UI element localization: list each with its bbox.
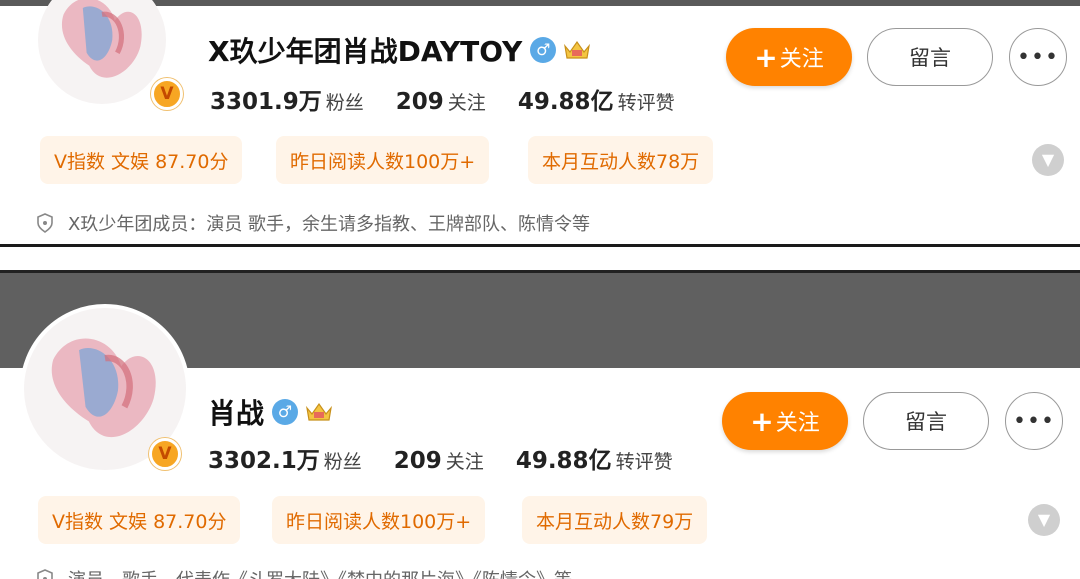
stat-value: 3301.9万 [210,89,322,115]
profile-name-text: 肖战 [208,397,265,430]
monthly-interactions-tag[interactable]: 本月互动人数79万 [522,496,708,544]
profile-card-1: V X玖少年团肖战DAYTOY ♂ 3301.9万 粉丝 209 关注 49.8… [0,0,1080,247]
v-index-tag[interactable]: V指数 文娱 87.70分 [40,136,243,184]
stat-followers[interactable]: 3302.1万 粉丝 [208,441,362,475]
plus-icon: + [754,40,778,74]
description-text: X玖少年团成员：演员 歌手，余生请多指教、王牌部队、陈情令等 [68,214,591,235]
profile-stats: 3302.1万 粉丝 209 关注 49.88亿 转评赞 [208,441,705,475]
message-button[interactable]: 留言 [863,392,989,450]
follow-label: 关注 [779,47,824,72]
separator [0,247,1080,270]
description-text: 演员，歌手，代表作《斗罗大陆》《梦中的那片海》《陈情令》等 [68,566,572,579]
stat-value: 209 [395,89,444,115]
daily-readers-tag[interactable]: 昨日阅读人数100万+ [276,136,490,184]
plus-icon: + [750,404,774,438]
stat-label: 转评赞 [615,451,673,473]
message-button[interactable]: 留言 [867,28,993,86]
follow-button[interactable]: + 关注 [726,28,852,86]
avatar[interactable] [38,0,166,104]
verified-badge: V [151,78,183,110]
stat-label: 转评赞 [617,92,675,114]
stat-followers[interactable]: 3301.9万 粉丝 [210,82,364,116]
vip-crown-icon [306,402,332,421]
stat-value: 3302.1万 [208,448,320,474]
male-icon: ♂ [530,37,557,63]
verified-badge: V [149,438,181,470]
profile-description: 演员，歌手，代表作《斗罗大陆》《梦中的那片海》《陈情令》等 [36,566,572,579]
stat-value: 209 [393,448,442,474]
chevron-down-icon[interactable]: ▼ [1032,144,1064,176]
male-icon: ♂ [272,399,299,425]
profile-name: X玖少年团肖战DAYTOY ♂ [208,30,592,70]
shield-icon [37,569,53,579]
stat-value: 49.88亿 [515,448,612,474]
profile-description: X玖少年团成员：演员 歌手，余生请多指教、王牌部队、陈情令等 [36,210,590,236]
shield-icon [37,213,53,233]
stat-label: 粉丝 [323,451,362,473]
follow-label: 关注 [775,411,820,436]
follow-button[interactable]: + 关注 [722,392,848,450]
monthly-interactions-tag[interactable]: 本月互动人数78万 [528,136,714,184]
more-options-button[interactable]: ••• [1005,392,1063,450]
more-options-button[interactable]: ••• [1009,28,1067,86]
profile-name-text: X玖少年团肖战DAYTOY [208,35,523,68]
stat-following[interactable]: 209 关注 [394,447,484,474]
daily-readers-tag[interactable]: 昨日阅读人数100万+ [272,496,486,544]
chevron-down-icon[interactable]: ▼ [1028,504,1060,536]
stat-following[interactable]: 209 关注 [396,88,486,115]
stat-label: 关注 [445,451,484,473]
stat-interactions: 49.88亿 转评赞 [516,441,673,475]
stat-label: 关注 [447,92,486,114]
avatar-image [38,0,166,104]
profile-stats: 3301.9万 粉丝 209 关注 49.88亿 转评赞 [210,82,707,116]
profile-name: 肖战 ♂ [208,392,334,432]
stat-value: 49.88亿 [517,89,614,115]
v-index-tag[interactable]: V指数 文娱 87.70分 [38,496,241,544]
vip-crown-icon [564,40,591,59]
stat-label: 粉丝 [325,92,364,114]
stat-interactions: 49.88亿 转评赞 [518,82,675,116]
